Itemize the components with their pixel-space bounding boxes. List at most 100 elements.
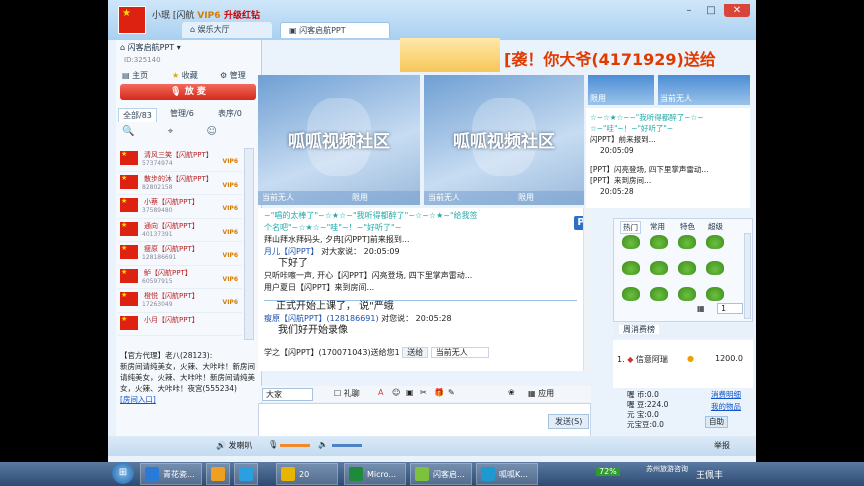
- taskbar-item[interactable]: [234, 463, 258, 485]
- vip-badge: VIP6: [222, 205, 238, 212]
- system-tray: 72% 苏州旅游咨询 王佩丰: [562, 462, 756, 486]
- gear-icon: ⚙: [220, 71, 228, 80]
- taskbar-item[interactable]: 20: [276, 463, 338, 485]
- small-video-2[interactable]: 当前无人: [658, 75, 750, 105]
- frog-emoticon-icon[interactable]: [706, 235, 724, 249]
- mic-button[interactable]: 🎙 放 麦: [120, 84, 256, 100]
- emoticon-tab[interactable]: 特色: [680, 221, 695, 232]
- room-name[interactable]: ⌂ 闪客启航PPT ▾: [120, 42, 181, 53]
- taskbar-item[interactable]: 青花瓷...: [140, 463, 202, 485]
- send-button[interactable]: 发送(S): [548, 414, 590, 429]
- maximize-button[interactable]: □: [702, 4, 720, 17]
- avatar[interactable]: [118, 6, 146, 34]
- wallet-panel: 喔 币:0.0 喔 豆:224.0 元 宝:0.0 元宝豆:0.0 消费明细 我…: [627, 390, 741, 429]
- ad-banner-image[interactable]: [400, 38, 500, 72]
- start-button[interactable]: ⊞: [112, 462, 134, 484]
- consume-detail-link[interactable]: 消费明细: [711, 390, 741, 400]
- chat-scrollbar[interactable]: [583, 208, 591, 371]
- emoticon-page-select[interactable]: 1: [717, 303, 744, 314]
- user-list-item[interactable]: 瘦原【闪航PPT】128186691VIP6: [118, 242, 242, 266]
- volume-slider[interactable]: [332, 444, 362, 447]
- target-select[interactable]: 大家: [262, 388, 313, 401]
- volume-icon[interactable]: 🔈: [318, 440, 328, 449]
- location-icon[interactable]: ⌖: [168, 126, 174, 137]
- mic-icon: 🎙: [170, 87, 185, 97]
- apps-icon[interactable]: ▦ 应用: [528, 388, 554, 399]
- speaker-button[interactable]: 🔊 发喇叭: [216, 440, 253, 451]
- user-list-item[interactable]: 通向【闪航PPT】40137391VIP6: [118, 219, 242, 242]
- user-list-item[interactable]: 鲈【闪航PPT】60597915VIP6: [118, 266, 242, 289]
- emoticon-tab[interactable]: 热门: [620, 221, 641, 234]
- brush-icon[interactable]: ✎: [448, 388, 455, 397]
- user-list-item[interactable]: 散步的沐【闪航PPT】82802158VIP6: [118, 172, 242, 195]
- rank-list: 1. ◆ 信意阿瑞 ● 1200.0: [613, 340, 753, 388]
- tab-managers[interactable]: 管理/6: [170, 108, 194, 119]
- user-list-item[interactable]: 清风三笑【闪航PPT】57374974VIP6: [118, 148, 242, 172]
- tab-all-users[interactable]: 全部/83: [118, 108, 157, 122]
- frog-emoticon-icon[interactable]: [650, 235, 668, 249]
- tab-room[interactable]: ▣ 闪客启航PPT: [280, 22, 390, 38]
- taskbar-item[interactable]: Micro...: [344, 463, 406, 485]
- left-panel: ⌂ 闪客启航PPT ▾ ID:325140 ▤ 主页 ★ 收藏 ⚙ 管理 🎙 放…: [116, 40, 262, 450]
- right-chat-panel: ☆~☆★☆~~"我听得都醉了~☆~ ☆~"哇"~！~"好听了"~ 闪PPT】前来…: [586, 108, 750, 208]
- rank-row[interactable]: 1. ◆ 信意阿瑞 ● 1200.0: [617, 354, 743, 365]
- flower-icon[interactable]: ❀: [508, 388, 515, 397]
- close-button[interactable]: ✕: [724, 4, 750, 17]
- frog-emoticon-icon[interactable]: [678, 261, 696, 275]
- emoticon-tab[interactable]: 常用: [650, 221, 665, 232]
- frog-emoticon-icon[interactable]: [650, 287, 668, 301]
- video-slot-2[interactable]: 呱呱视频社区 当前无人 限用: [424, 75, 584, 205]
- chat-input[interactable]: [258, 403, 591, 437]
- app-icon: [239, 467, 253, 481]
- manage-link[interactable]: ⚙ 管理: [220, 70, 246, 81]
- user-list-item[interactable]: 小月【闪航PPT】: [118, 313, 242, 336]
- tab-queue[interactable]: 表序/0: [218, 108, 242, 119]
- image-icon[interactable]: ▣: [406, 388, 414, 397]
- font-icon[interactable]: A: [378, 388, 383, 397]
- user-list-scrollbar[interactable]: [244, 148, 254, 340]
- favorite-link[interactable]: ★ 收藏: [172, 70, 198, 81]
- frog-emoticon-icon[interactable]: [678, 235, 696, 249]
- my-items-link[interactable]: 我的物品: [711, 402, 741, 412]
- frog-emoticon-icon[interactable]: [650, 261, 668, 275]
- gift-icon[interactable]: 🎁: [434, 388, 444, 397]
- video-status: 当前无人: [428, 193, 460, 202]
- report-button[interactable]: 举报: [714, 440, 730, 451]
- taskbar-item[interactable]: 闪客启...: [410, 463, 472, 485]
- video-limit: 限用: [518, 193, 534, 202]
- frog-emoticon-icon[interactable]: [706, 261, 724, 275]
- upgrade-link[interactable]: 升级红钻: [224, 8, 260, 21]
- self-service-button[interactable]: 自助: [705, 416, 728, 428]
- vip-badge: VIP6: [222, 252, 238, 259]
- notice-link[interactable]: [房间入口]: [120, 394, 256, 405]
- taskbar-item[interactable]: 呱呱K...: [476, 463, 538, 485]
- frog-emoticon-icon[interactable]: [622, 287, 640, 301]
- rank-tab[interactable]: 周消费榜: [613, 324, 753, 338]
- user-list-item[interactable]: 橙悦【闪航PPT】17263049VIP6: [118, 289, 242, 313]
- public-chat: ~"唱的太棒了"~☆★☆~"我听得都醉了"~☆~☆★~"给我签 个名吧"~☆★☆…: [258, 208, 583, 371]
- scissors-icon[interactable]: ✂: [420, 388, 427, 397]
- flag-icon: [120, 291, 138, 306]
- grid-icon[interactable]: ▦: [697, 304, 705, 313]
- taskbar-item[interactable]: [206, 463, 230, 485]
- small-video-1[interactable]: 限用: [588, 75, 654, 105]
- video-slot-1[interactable]: 呱呱视频社区 当前无人 限用: [258, 75, 420, 205]
- mic-volume-icon[interactable]: 🎙: [268, 440, 278, 449]
- frog-emoticon-icon[interactable]: [706, 287, 724, 301]
- flag-icon: [120, 174, 138, 189]
- mic-volume-slider[interactable]: [280, 444, 310, 447]
- gift-target-select[interactable]: 当前无人: [430, 347, 489, 358]
- frog-emoticon-icon[interactable]: [678, 287, 696, 301]
- search-icon[interactable]: 🔍: [122, 126, 134, 137]
- emoticon-tab[interactable]: 超级: [708, 221, 723, 232]
- battery-indicator[interactable]: 72%: [596, 467, 620, 476]
- minimize-button[interactable]: –: [680, 4, 698, 17]
- emoji-icon[interactable]: ☺: [392, 388, 400, 397]
- tab-lobby[interactable]: ⌂ 娱乐大厅: [182, 22, 272, 38]
- frog-emoticon-icon[interactable]: [622, 261, 640, 275]
- user-list-item[interactable]: 小蔡【闪航PPT】37589480VIP6: [118, 195, 242, 219]
- frog-emoticon-icon[interactable]: [622, 235, 640, 249]
- gift-checkbox[interactable]: ☐ 礼聊: [334, 388, 360, 399]
- person-icon[interactable]: ☺: [206, 126, 216, 137]
- home-link[interactable]: ▤ 主页: [122, 70, 148, 81]
